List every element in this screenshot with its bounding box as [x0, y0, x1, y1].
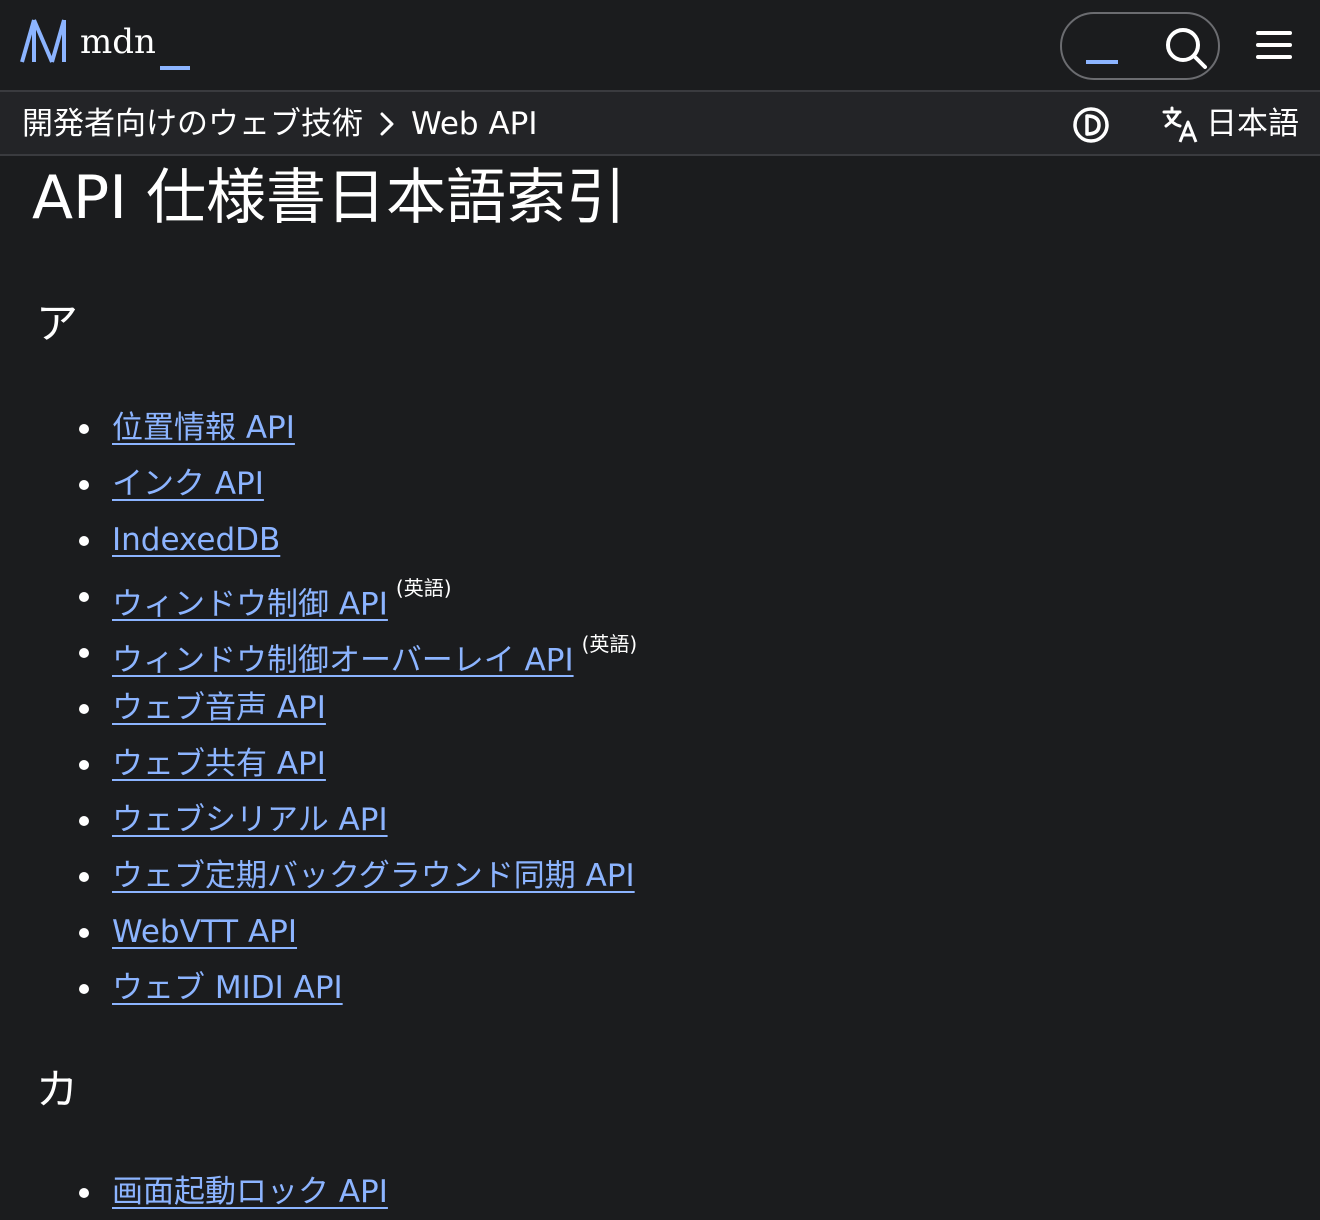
api-link[interactable]: ウェブシリアル API: [112, 802, 388, 838]
breadcrumb-item-web-api[interactable]: Web API: [411, 102, 537, 146]
bullet: [79, 760, 89, 770]
search-icon: [1166, 28, 1207, 69]
list-item: ウィンドウ制御 API (英語): [0, 568, 1320, 624]
logo-underscore: [159, 66, 190, 70]
mdn-logo-icon: [20, 19, 66, 63]
bullet: [79, 872, 89, 882]
list-item: 位置情報 API: [0, 400, 1320, 456]
breadcrumb-bar: 開発者向けのウェブ技術 Web API 日本語: [0, 92, 1320, 156]
breadcrumb-item-web-technology[interactable]: 開発者向けのウェブ技術: [22, 102, 363, 146]
list-item: ウェブ定期バックグラウンド同期 API: [0, 848, 1320, 904]
api-link[interactable]: ウェブ MIDI API: [112, 970, 343, 1006]
list-item: ウィンドウ制御オーバーレイ API (英語): [0, 624, 1320, 680]
bullet: [79, 424, 89, 434]
hamburger-menu-icon[interactable]: [1254, 28, 1294, 62]
bullet: [79, 928, 89, 938]
page-title: API 仕様書日本語索引: [32, 163, 626, 233]
api-link[interactable]: WebVTT API: [112, 914, 297, 950]
language-note: (英語): [581, 632, 638, 656]
bullet: [79, 704, 89, 714]
api-link[interactable]: ウェブ定期バックグラウンド同期 API: [112, 858, 635, 894]
translate-icon: [1162, 106, 1198, 143]
api-link[interactable]: ウェブ音声 API: [112, 690, 326, 726]
language-switcher-button[interactable]: 日本語: [1160, 102, 1299, 146]
list-item: IndexedDB: [0, 512, 1320, 568]
bullet: [79, 592, 89, 602]
api-link[interactable]: ウィンドウ制御 API: [112, 586, 388, 622]
list-item: ウェブ音声 API: [0, 680, 1320, 736]
language-label: 日本語: [1206, 106, 1299, 142]
top-navigation: mdn: [0, 0, 1320, 92]
search-cursor: [1086, 60, 1118, 64]
theme-toggle-button[interactable]: [1072, 106, 1110, 148]
theme-icon: [1073, 107, 1109, 143]
list-item: WebVTT API: [0, 904, 1320, 960]
list-item: ウェブ共有 API: [0, 736, 1320, 792]
list-item: ウェブシリアル API: [0, 792, 1320, 848]
api-link[interactable]: 画面起動ロック API: [112, 1174, 388, 1210]
breadcrumb: 開発者向けのウェブ技術 Web API: [22, 102, 537, 146]
bullet: [79, 984, 89, 994]
language-note: (英語): [395, 576, 452, 600]
api-list-ka: 画面起動ロック API: [0, 1164, 1320, 1220]
list-item: 画面起動ロック API: [0, 1164, 1320, 1220]
bullet: [79, 536, 89, 546]
api-list-a: 位置情報 API インク API IndexedDB ウィンドウ制御 API (英…: [0, 400, 1320, 1016]
bullet: [79, 816, 89, 826]
api-link[interactable]: ウィンドウ制御オーバーレイ API: [112, 642, 574, 678]
api-link[interactable]: 位置情報 API: [112, 410, 295, 446]
list-item: ウェブ MIDI API: [0, 960, 1320, 1016]
section-heading-a: ア: [36, 299, 79, 348]
bullet: [79, 480, 89, 490]
api-link[interactable]: インク API: [112, 466, 264, 502]
api-link[interactable]: ウェブ共有 API: [112, 746, 326, 782]
bullet: [79, 1188, 89, 1198]
list-item: インク API: [0, 456, 1320, 512]
search-button[interactable]: [1060, 12, 1220, 80]
chevron-right-icon: [379, 110, 395, 138]
bullet: [79, 648, 89, 658]
mdn-logo[interactable]: mdn: [20, 18, 190, 74]
logo-text: mdn: [80, 22, 156, 62]
section-heading-ka: カ: [36, 1065, 79, 1114]
api-link[interactable]: IndexedDB: [112, 522, 280, 558]
